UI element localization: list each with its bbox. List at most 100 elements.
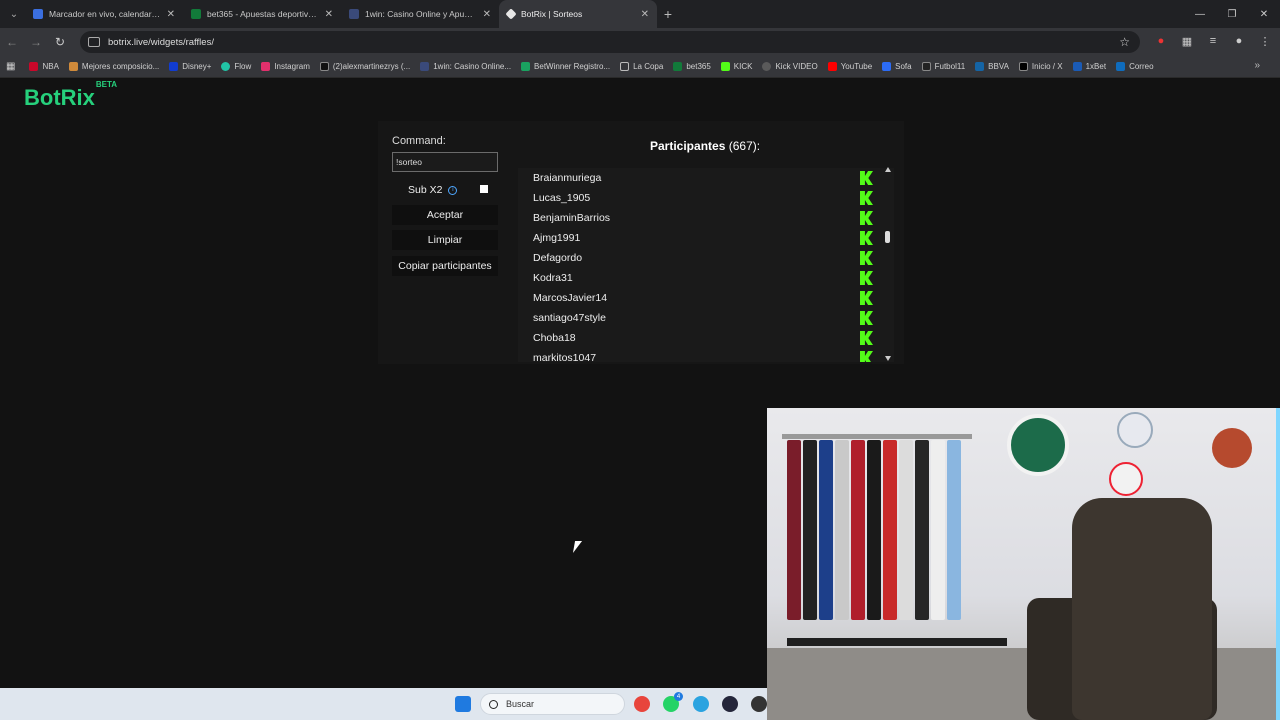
bookmark-item[interactable]: Flow: [221, 62, 251, 71]
tab-botrix[interactable]: BotRix | Sorteos ✕: [499, 0, 657, 28]
bookmark-item[interactable]: Correo: [1116, 62, 1154, 71]
bookmark-item[interactable]: 1win: Casino Online...: [420, 62, 511, 71]
scroll-thumb[interactable]: [885, 231, 890, 243]
bookmark-label: Sofa: [895, 62, 912, 71]
bookmark-folder[interactable]: La Copa: [620, 62, 663, 71]
list-item: MarcosJavier14: [533, 288, 873, 308]
extensions-puzzle-icon[interactable]: ▦: [1178, 32, 1196, 50]
jersey: [787, 440, 801, 620]
tab-title: 1win: Casino Online y Apuestas: [365, 9, 477, 19]
kick-icon: [860, 231, 873, 245]
folder-icon: [620, 62, 630, 71]
bookmark-label: 1xBet: [1085, 62, 1107, 71]
tab-1win[interactable]: 1win: Casino Online y Apuestas ✕: [341, 0, 499, 28]
profile-avatar-icon[interactable]: ●: [1230, 32, 1248, 50]
neon-light: [1276, 408, 1280, 720]
tab-marcador[interactable]: Marcador en vivo, calendario y ✕: [25, 0, 183, 28]
bookmark-item[interactable]: Futbol11: [921, 62, 965, 71]
jersey: [835, 440, 849, 620]
bookmark-item[interactable]: Inicio / X: [1018, 62, 1063, 71]
bookmark-item[interactable]: bet365: [673, 62, 711, 71]
chrome-icon[interactable]: [634, 696, 650, 712]
extension-icon[interactable]: ●: [1152, 32, 1170, 50]
bookmark-label: La Copa: [633, 62, 664, 71]
kick-icon: [860, 171, 873, 185]
bookmark-favicon-icon: [921, 62, 931, 71]
bookmark-item[interactable]: 1xBet: [1072, 62, 1107, 71]
bookmark-item[interactable]: Mejores composicio...: [68, 62, 159, 71]
tab-bet365[interactable]: bet365 - Apuestas deportivas e ✕: [183, 0, 341, 28]
copy-participants-button[interactable]: Copiar participantes: [392, 256, 498, 276]
participant-name: BenjaminBarrios: [533, 212, 611, 224]
kick-icon: [860, 351, 873, 362]
forward-button[interactable]: →: [24, 35, 48, 49]
mouse-cursor-icon: [572, 541, 583, 553]
bookmark-item[interactable]: Kick VIDEO: [762, 62, 818, 71]
whatsapp-icon[interactable]: 4: [663, 692, 683, 712]
bookmark-item[interactable]: (2)alexmartinezrys (...: [319, 62, 410, 71]
close-icon[interactable]: ✕: [483, 9, 491, 20]
menu-kebab-icon[interactable]: ⋮: [1256, 32, 1274, 50]
reload-button[interactable]: ↻: [48, 35, 72, 49]
participants-title: Participantes: [650, 139, 726, 153]
jersey: [867, 440, 881, 620]
tab-title: BotRix | Sorteos: [521, 9, 583, 19]
participant-name: santiago47style: [533, 312, 606, 324]
maximize-icon[interactable]: ❐: [1216, 0, 1248, 28]
close-icon[interactable]: ✕: [641, 9, 649, 20]
new-tab-button[interactable]: +: [657, 6, 679, 22]
clear-button[interactable]: Limpiar: [392, 230, 498, 250]
participants-heading: Participantes (667):: [650, 139, 760, 153]
tab-title: bet365 - Apuestas deportivas e: [207, 9, 319, 19]
kick-icon: [860, 291, 873, 305]
close-window-icon[interactable]: ✕: [1248, 0, 1280, 28]
discord-icon[interactable]: [722, 696, 738, 712]
site-info-icon[interactable]: [88, 37, 100, 47]
bookmark-item[interactable]: Sofa: [882, 62, 912, 71]
bookmark-label: bet365: [686, 62, 711, 71]
scroll-up-icon[interactable]: [885, 167, 891, 172]
bookmark-label: Inicio / X: [1031, 62, 1063, 71]
media-controls-icon[interactable]: ≡: [1204, 32, 1222, 50]
scroll-down-icon[interactable]: [885, 356, 891, 361]
windows-start-icon[interactable]: [455, 696, 471, 712]
app-icon[interactable]: [751, 696, 767, 712]
tab-search-dropdown[interactable]: ⌄: [3, 3, 25, 25]
list-item: Lucas_1905: [533, 188, 873, 208]
bookmark-star-icon[interactable]: ☆: [1119, 35, 1130, 49]
more-bookmarks-icon[interactable]: »: [1254, 60, 1260, 71]
telegram-icon[interactable]: [693, 696, 709, 712]
bookmark-item[interactable]: BBVA: [975, 62, 1009, 71]
taskbar-search[interactable]: Buscar: [480, 693, 625, 715]
list-item: BenjaminBarrios: [533, 208, 873, 228]
club-logo: [1007, 414, 1069, 476]
participant-name: Lucas_1905: [533, 192, 591, 204]
brand-name: BotRix: [24, 85, 95, 110]
address-bar[interactable]: botrix.live/widgets/raffles/ ☆: [80, 31, 1140, 53]
back-button[interactable]: ←: [0, 35, 24, 49]
minimize-icon[interactable]: —: [1184, 0, 1216, 28]
bookmark-label: 1win: Casino Online...: [433, 62, 512, 71]
bookmark-item[interactable]: BetWinner Registro...: [521, 62, 610, 71]
bookmark-item[interactable]: YouTube: [827, 62, 872, 71]
apps-grid-icon[interactable]: ▦: [6, 61, 15, 72]
participants-scrollbar[interactable]: [883, 165, 893, 363]
bookmark-item[interactable]: Instagram: [261, 62, 310, 71]
list-item: markitos1047: [533, 348, 873, 362]
bookmark-item[interactable]: KICK: [720, 62, 752, 71]
bookmark-favicon-icon: [420, 62, 430, 71]
info-icon[interactable]: i: [448, 185, 458, 195]
botrix-logo[interactable]: BotRixBETA: [24, 80, 117, 111]
participants-list[interactable]: Braianmuriega Lucas_1905 BenjaminBarrios…: [518, 168, 894, 362]
bookmark-item[interactable]: Disney+: [169, 62, 211, 71]
kick-icon: [860, 251, 873, 265]
bookmark-item[interactable]: NBA: [29, 62, 59, 71]
close-icon[interactable]: ✕: [167, 9, 175, 20]
football: [1117, 412, 1153, 448]
sub-x2-checkbox[interactable]: [480, 185, 488, 193]
command-input[interactable]: [392, 152, 498, 172]
bookmark-favicon-icon: [68, 62, 78, 71]
kick-icon: [720, 62, 730, 71]
close-icon[interactable]: ✕: [325, 9, 333, 20]
accept-button[interactable]: Aceptar: [392, 205, 498, 225]
